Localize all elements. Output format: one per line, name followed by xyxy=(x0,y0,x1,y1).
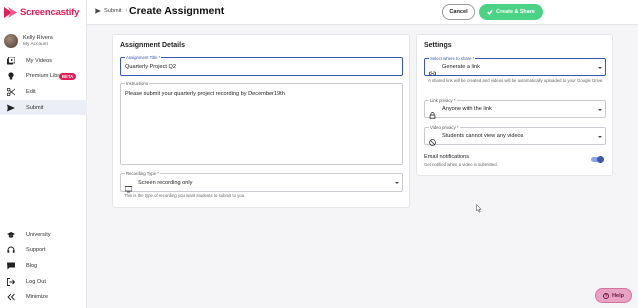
instructions-label: Instructions xyxy=(125,80,149,86)
dropdown-caret-icon xyxy=(598,108,602,111)
sidebar-item-premium-library[interactable]: Premium Library BETA xyxy=(0,69,87,85)
chat-icon xyxy=(7,262,15,270)
dropdown-caret-icon xyxy=(598,66,602,69)
share-destination-select[interactable]: Select where to share * Generate a link xyxy=(424,55,606,76)
sidebar: Screencastify Kelly Rivera My Account My… xyxy=(0,0,87,308)
video-library-icon xyxy=(7,56,15,65)
share-destination-value: Generate a link xyxy=(442,64,480,70)
lock-icon xyxy=(429,106,436,120)
settings-heading: Settings xyxy=(424,42,452,49)
lightbulb-icon xyxy=(7,72,15,80)
screencastify-logo-icon xyxy=(4,7,17,18)
sidebar-item-my-videos[interactable]: My Videos xyxy=(0,53,87,69)
check-icon xyxy=(487,9,493,15)
share-destination-helper: A shared link will be created and videos… xyxy=(428,78,604,83)
no-view-icon xyxy=(429,133,436,146)
instructions-value: Please submit your quarterly project rec… xyxy=(125,91,285,97)
email-notifications-sub: Get notified when a video is submitted. xyxy=(424,162,498,167)
send-icon xyxy=(95,8,101,14)
sidebar-item-label: Edit xyxy=(26,88,36,95)
video-privacy-label: Video privacy * xyxy=(429,124,460,130)
sidebar-item-support[interactable]: Support xyxy=(0,243,87,259)
link-privacy-label: Link privacy * xyxy=(429,97,457,103)
top-header: Submit › Create Assignment xyxy=(87,0,638,25)
email-notifications-toggle[interactable] xyxy=(591,156,604,163)
sidebar-item-minimize[interactable]: Minimize xyxy=(0,289,87,305)
assignment-details-card: Assignment Details Assignment Title * Qu… xyxy=(112,34,410,208)
monitor-icon xyxy=(124,180,133,193)
email-notifications-title: Email notifications xyxy=(424,154,470,160)
headset-icon xyxy=(7,246,15,254)
recording-type-select[interactable]: Recording Type * Screen recording only xyxy=(120,170,403,193)
mouse-cursor-icon xyxy=(476,204,482,213)
graduation-cap-icon xyxy=(7,231,15,239)
help-label: Help xyxy=(611,292,625,299)
user-account[interactable]: Kelly Rivera My Account xyxy=(4,34,53,48)
cancel-button[interactable]: Cancel xyxy=(442,4,475,20)
assignment-title-field[interactable]: Assignment Title * Quarterly Project Q2 xyxy=(120,54,403,76)
recording-type-label: Recording Type * xyxy=(125,170,160,176)
sidebar-item-label: Log Out xyxy=(26,278,46,285)
user-subtitle: My Account xyxy=(23,41,48,47)
dropdown-caret-icon xyxy=(395,182,399,184)
breadcrumb-separator: › xyxy=(125,8,128,14)
sidebar-item-label: University xyxy=(26,231,51,238)
app-name: Screencastify xyxy=(20,7,80,18)
sidebar-item-label: Blog xyxy=(26,262,38,269)
sidebar-item-university[interactable]: University xyxy=(0,227,87,243)
logout-icon xyxy=(7,277,15,286)
double-chevron-left-icon xyxy=(7,293,15,301)
sidebar-item-label: My Videos xyxy=(26,57,53,64)
recording-type-value: Screen recording only xyxy=(138,180,193,186)
video-privacy-select[interactable]: Video privacy * Students cannot view any… xyxy=(424,124,606,146)
sidebar-item-submit[interactable]: Submit xyxy=(0,99,87,116)
link-privacy-select[interactable]: Link privacy * Anyone with the link xyxy=(424,97,606,120)
sidebar-item-label: Minimize xyxy=(26,294,49,301)
instructions-field[interactable]: Instructions Please submit your quarterl… xyxy=(120,80,403,165)
scissors-icon xyxy=(7,87,15,96)
toggle-knob xyxy=(597,156,604,163)
beta-badge: BETA xyxy=(59,72,77,80)
help-button[interactable]: ? Help xyxy=(595,288,632,303)
create-share-label: Create & Share xyxy=(496,9,535,15)
dropdown-caret-icon xyxy=(598,135,602,138)
sidebar-item-blog[interactable]: Blog xyxy=(0,258,87,274)
nav-top: My Videos Premium Library BETA Edit Subm… xyxy=(0,53,87,116)
link-icon xyxy=(428,64,437,76)
breadcrumb-link[interactable]: Submit xyxy=(104,8,121,14)
share-destination-label: Select where to share * xyxy=(429,55,476,61)
nav-bottom: University Support Blog Log Out Minimize xyxy=(0,227,87,305)
assignment-title-value: Quarterly Project Q2 xyxy=(125,64,176,70)
sidebar-item-edit[interactable]: Edit xyxy=(0,84,87,100)
breadcrumb[interactable]: Submit › xyxy=(95,8,131,14)
app-logo[interactable]: Screencastify xyxy=(4,7,79,18)
sidebar-item-label: Support xyxy=(26,247,46,254)
settings-card: Settings Select where to share * Generat… xyxy=(416,34,613,176)
assignment-details-heading: Assignment Details xyxy=(120,42,185,49)
help-circle-icon: ? xyxy=(602,292,609,299)
create-share-button[interactable]: Create & Share xyxy=(479,4,543,20)
link-privacy-value: Anyone with the link xyxy=(442,106,492,112)
assignment-title-label: Assignment Title * xyxy=(125,54,162,60)
avatar xyxy=(4,34,18,48)
page-title: Create Assignment xyxy=(129,5,225,17)
video-privacy-value: Students cannot view any videos xyxy=(442,133,524,139)
user-name: Kelly Rivera xyxy=(23,34,53,41)
recording-type-helper: This is the type of recording you want s… xyxy=(124,193,246,198)
sidebar-item-label: Submit xyxy=(26,104,44,111)
send-icon xyxy=(7,104,15,112)
sidebar-item-logout[interactable]: Log Out xyxy=(0,274,87,290)
